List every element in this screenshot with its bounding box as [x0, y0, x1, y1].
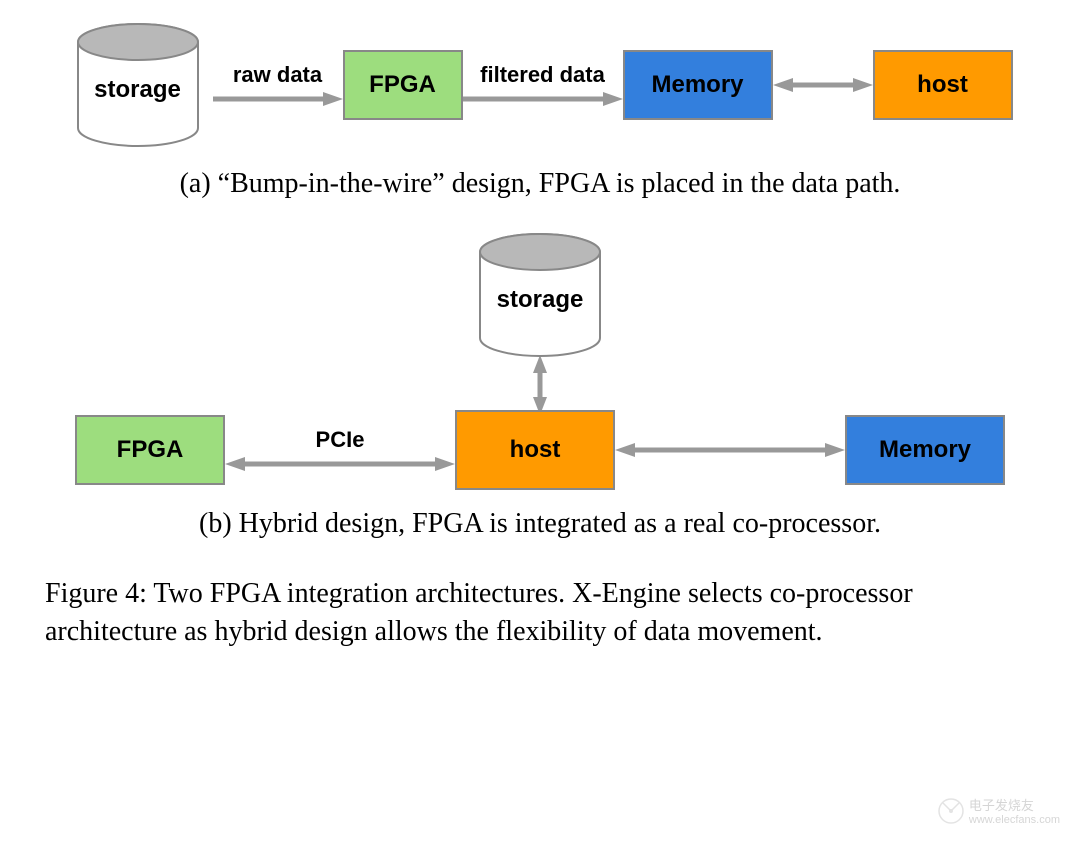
host-box-b: host	[455, 410, 615, 490]
fpga-box-b: FPGA	[75, 415, 225, 485]
watermark-icon	[937, 797, 965, 825]
memory-box-b: Memory	[845, 415, 1005, 485]
host-box-a: host	[873, 50, 1013, 120]
arrow-filtered-data: filtered data	[463, 62, 623, 108]
fpga-box-a: FPGA	[343, 50, 463, 120]
watermark: 电子发烧友 www.elecfans.com	[937, 795, 1060, 826]
caption-a: (a) “Bump-in-the-wire” design, FPGA is p…	[20, 168, 1060, 200]
arrow-host-memory-b	[615, 441, 845, 459]
arrow-pcie-label: PCIe	[316, 427, 365, 453]
arrow-raw-data-label: raw data	[233, 62, 322, 88]
host-label-a: host	[917, 71, 968, 99]
memory-label-b: Memory	[879, 436, 971, 464]
arrow-storage-host-b	[20, 355, 1060, 415]
architecture-a-diagram: storage raw data FPGA filtered data Memo…	[20, 20, 1060, 200]
fpga-label-a: FPGA	[369, 71, 436, 99]
arrow-raw-data: raw data	[213, 62, 343, 108]
watermark-brand: 电子发烧友	[969, 795, 1060, 814]
memory-box-a: Memory	[623, 50, 773, 120]
storage-cylinder-a: storage	[68, 20, 208, 150]
architecture-b-diagram: storage FPGA PCIe host	[20, 230, 1060, 540]
memory-label-a: Memory	[651, 71, 743, 99]
fpga-label-b: FPGA	[117, 436, 184, 464]
host-label-b: host	[510, 436, 561, 464]
storage-label-b: storage	[497, 286, 584, 314]
storage-cylinder-b: storage	[470, 230, 610, 360]
arrow-pcie: PCIe	[225, 427, 455, 473]
storage-label-a: storage	[94, 76, 181, 104]
figure-caption: Figure 4: Two FPGA integration architect…	[20, 575, 1060, 651]
watermark-url: www.elecfans.com	[969, 814, 1060, 826]
caption-b: (b) Hybrid design, FPGA is integrated as…	[20, 508, 1060, 540]
arrow-filtered-data-label: filtered data	[480, 62, 605, 88]
arrow-memory-host-a	[773, 76, 873, 94]
